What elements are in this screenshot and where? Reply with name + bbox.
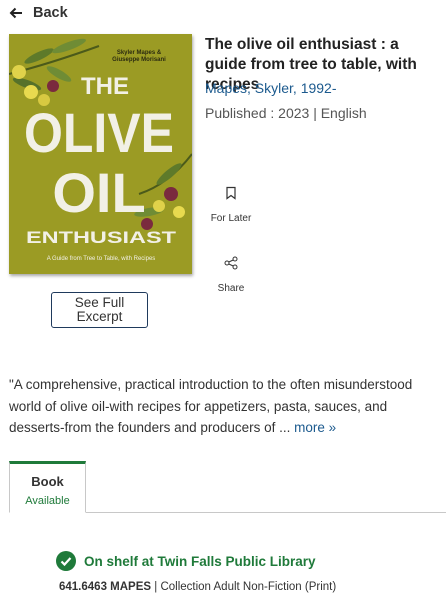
collection-info: | Collection Adult Non-Fiction (Print) (151, 581, 337, 593)
author-link[interactable]: Mapes, Skyler, 1992- (205, 80, 337, 96)
cover-authors: Skyler Mapes & (117, 50, 162, 56)
availability-status-text: On shelf at Twin Falls Public Library (84, 553, 316, 569)
cover-subtitle: A Guide from Tree to Table, with Recipes (47, 256, 156, 262)
cover-title-oil: OIL (52, 161, 145, 224)
for-later-label: For Later (210, 213, 252, 224)
share-button[interactable]: Share (201, 256, 261, 296)
check-circle-icon (56, 551, 76, 571)
cover-title-olive: OLIVE (24, 101, 174, 164)
share-icon (224, 256, 238, 270)
book-description: "A comprehensive, practical introduction… (9, 374, 441, 439)
call-number: 641.6463 MAPES (59, 581, 152, 593)
description-text: "A comprehensive, practical introduction… (9, 377, 413, 435)
see-full-excerpt-button[interactable]: See Full Excerpt (51, 292, 148, 328)
published-info: Published : 2023 | English (205, 105, 367, 121)
back-label: Back (33, 5, 68, 21)
share-label: Share (217, 283, 245, 294)
cover-title-the: THE (81, 73, 129, 100)
cover-artwork: Skyler Mapes & Giuseppe Morisani THE OLI… (9, 34, 192, 274)
bookmark-icon (226, 186, 236, 200)
for-later-button[interactable]: For Later (201, 186, 261, 226)
cover-title-enthusiast: ENTHUSIAST (26, 228, 177, 247)
tab-book[interactable]: Book Available (9, 461, 86, 513)
back-button[interactable]: Back (9, 5, 68, 21)
book-cover[interactable]: Skyler Mapes & Giuseppe Morisani THE OLI… (9, 34, 192, 274)
tab-book-status: Available (25, 495, 70, 507)
tab-book-label: Book (31, 474, 64, 489)
call-number-line: 641.6463 MAPES | Collection Adult Non-Fi… (59, 581, 336, 593)
svg-text:Giuseppe Morisani: Giuseppe Morisani (112, 57, 166, 63)
availability-status: On shelf at Twin Falls Public Library (56, 551, 316, 571)
more-link[interactable]: more » (294, 420, 336, 435)
arrow-left-icon (9, 7, 22, 19)
